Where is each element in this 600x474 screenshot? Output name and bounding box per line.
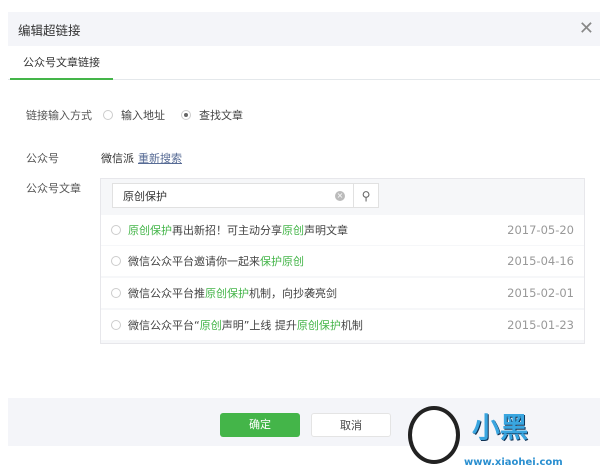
article-date: 2017-05-20	[507, 223, 574, 237]
watermark-url: www.xiaohei.com	[464, 457, 563, 468]
dialog-header: 编辑超链接	[8, 12, 600, 46]
keyword-highlight: 原创保护	[205, 287, 249, 300]
keyword-highlight: 原创保护	[296, 319, 341, 332]
title-text: 声明文章	[304, 224, 348, 237]
research-link[interactable]: 重新搜索	[138, 150, 182, 166]
article-title: 微信公众平台邀请你一起来保护原创	[128, 253, 507, 269]
account-name: 微信派	[101, 152, 134, 165]
radio-enter-address[interactable]: 输入地址	[101, 107, 165, 123]
search-icon[interactable]: ⚲	[353, 184, 378, 207]
articles-label: 公众号文章	[26, 182, 81, 195]
watermark-logo: 小黑 www.xiaohei.com	[404, 400, 594, 470]
article-list-item[interactable]: 微信公众平台“原创声明”上线 提升原创保护机制 2015-01-23	[101, 310, 584, 340]
article-list-item[interactable]: 微信公众平台邀请你一起来保护原创 2015-04-16	[101, 246, 584, 276]
article-date: 2015-02-01	[507, 286, 574, 300]
title-text: 微信公众平台“	[128, 319, 200, 332]
article-title: 微信公众平台推原创保护机制，向抄袭亮剑	[128, 285, 507, 301]
dialog-title: 编辑超链接	[18, 22, 81, 38]
panda-mascot-icon	[408, 406, 460, 464]
tab-article-link[interactable]: 公众号文章链接	[10, 46, 113, 80]
article-list-item[interactable]: 原创保护再出新招！可主动分享原创声明文章 2017-05-20	[101, 215, 584, 245]
title-text: 声明”上线 提升	[221, 319, 297, 332]
close-icon[interactable]: ✕	[579, 18, 594, 39]
article-list-item[interactable]: 微信公众平台推原创保护机制，向抄袭亮剑 2015-02-01	[101, 278, 584, 308]
articles-row: 公众号文章	[26, 180, 101, 196]
keyword-highlight: 原创	[199, 319, 222, 332]
cancel-button[interactable]: 取消	[311, 413, 391, 437]
article-radio[interactable]	[111, 320, 121, 330]
keyword-highlight: 原创	[282, 224, 304, 237]
article-date: 2015-01-23	[507, 318, 574, 332]
article-title: 原创保护再出新招！可主动分享原创声明文章	[128, 222, 507, 238]
clear-icon[interactable]: ×	[335, 190, 345, 201]
article-search-panel: × ⚲ 原创保护再出新招！可主动分享原创声明文章2017-05-20微信公众平台…	[100, 178, 585, 344]
account-label: 公众号	[26, 152, 59, 165]
tab-bar: 公众号文章链接	[8, 46, 600, 80]
title-text: 再出新招！可主动分享	[172, 224, 282, 237]
watermark-text: 小黑	[472, 411, 529, 444]
confirm-button[interactable]: 确定	[220, 413, 300, 437]
title-text: 微信公众平台邀请你一起来	[128, 255, 260, 268]
keyword-highlight: 保护原创	[260, 255, 304, 268]
radio-find-article[interactable]: 查找文章	[179, 107, 243, 123]
input-method-label: 链接输入方式	[26, 109, 92, 122]
title-text: 机制	[340, 319, 363, 332]
article-radio[interactable]	[111, 225, 121, 235]
article-search-box: × ⚲	[112, 183, 379, 208]
account-row: 公众号 微信派 重新搜索	[26, 150, 182, 166]
edit-hyperlink-dialog: 编辑超链接 ✕ 公众号文章链接 链接输入方式 输入地址 查找文章 公众号 微信派…	[8, 12, 600, 446]
title-text: 微信公众平台推	[128, 287, 205, 300]
article-radio[interactable]	[111, 256, 121, 266]
article-title: 微信公众平台“原创声明”上线 提升原创保护机制	[128, 317, 507, 333]
title-text: 机制，向抄袭亮剑	[249, 287, 337, 300]
input-method-row: 链接输入方式 输入地址 查找文章	[26, 107, 257, 123]
article-radio[interactable]	[111, 288, 121, 298]
article-search-input[interactable]	[113, 189, 335, 202]
article-date: 2015-04-16	[507, 254, 574, 268]
keyword-highlight: 原创保护	[128, 224, 172, 237]
